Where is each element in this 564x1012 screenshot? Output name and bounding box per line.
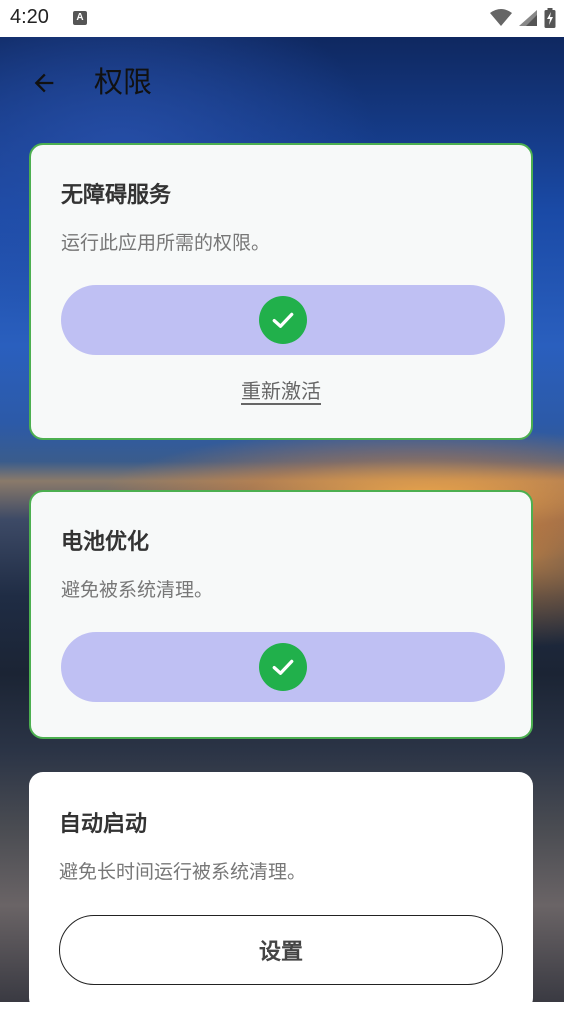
check-icon	[259, 296, 307, 344]
status-icons	[490, 8, 556, 28]
accessibility-service-card: 无障碍服务 运行此应用所需的权限。 重新激活	[29, 143, 533, 440]
status-bar: 4:20 A	[0, 0, 564, 37]
battery-status-pill[interactable]	[61, 632, 505, 702]
battery-charging-icon	[544, 8, 556, 28]
settings-button[interactable]: 设置	[59, 915, 503, 985]
wifi-icon	[490, 9, 512, 26]
app-bar: 权限	[0, 37, 564, 127]
arrow-back-icon	[34, 73, 54, 93]
notification-icon: A	[73, 11, 87, 25]
reactivate-link[interactable]: 重新激活	[31, 375, 531, 404]
card-title: 自动启动	[59, 812, 148, 837]
accessibility-status-pill[interactable]	[61, 285, 505, 355]
card-description: 运行此应用所需的权限。	[61, 232, 271, 254]
card-title: 无障碍服务	[61, 183, 172, 208]
check-icon	[259, 643, 307, 691]
auto-start-card: 自动启动 避免长时间运行被系统清理。 设置	[29, 772, 533, 1012]
page-title: 权限	[94, 65, 153, 99]
card-description: 避免被系统清理。	[61, 579, 214, 601]
card-description: 避免长时间运行被系统清理。	[59, 861, 307, 883]
status-time: 4:20	[10, 6, 49, 28]
cellular-signal-icon	[519, 10, 537, 26]
battery-optimization-card: 电池优化 避免被系统清理。	[29, 490, 533, 739]
card-title: 电池优化	[61, 530, 150, 555]
back-button[interactable]	[24, 63, 64, 103]
reactivate-link-label: 重新激活	[241, 379, 321, 403]
